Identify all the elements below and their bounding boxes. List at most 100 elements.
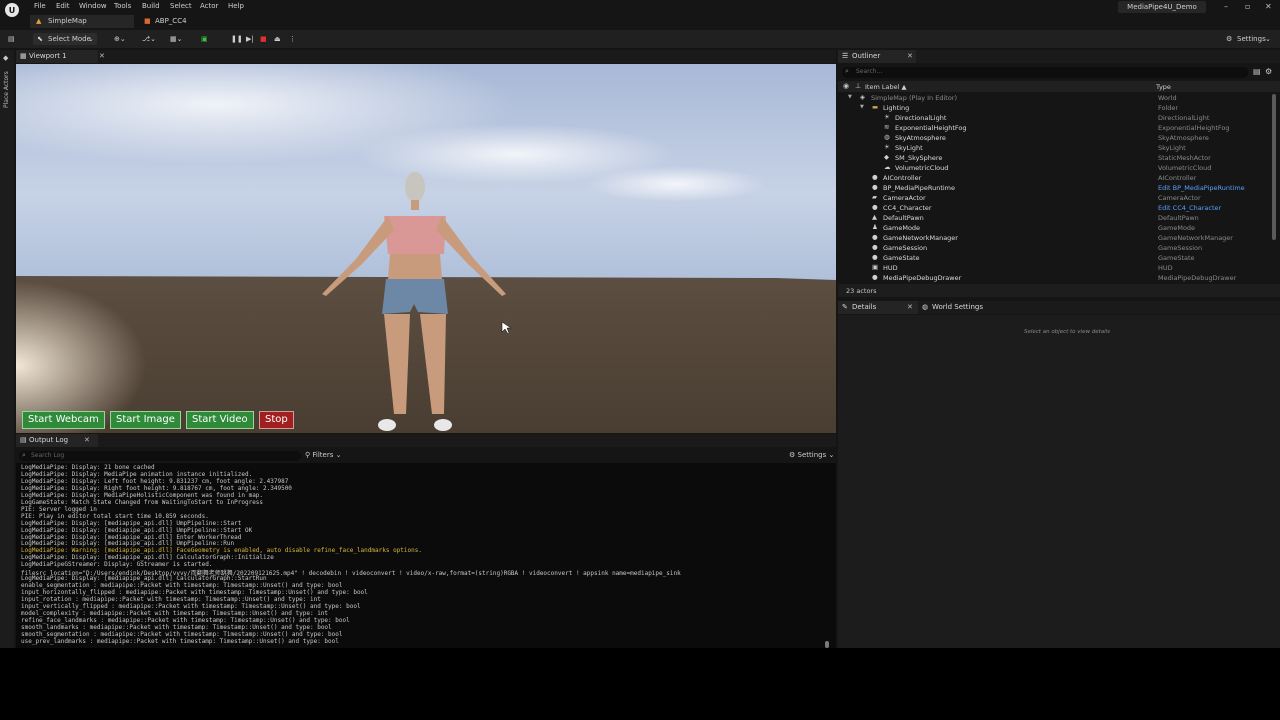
outliner-item-type: StaticMeshActor (1158, 154, 1211, 162)
start-video-button[interactable]: Start Video (186, 411, 254, 429)
menu-file[interactable]: File (34, 2, 46, 10)
edit-blueprint-link[interactable]: Edit BP_MediaPipeRuntime (1158, 184, 1245, 192)
start-image-button[interactable]: Start Image (110, 411, 181, 429)
add-folder-icon[interactable]: ▤ (1253, 67, 1261, 76)
log-search-input[interactable]: ⌕ Search Log (19, 451, 301, 461)
place-actors-icon[interactable]: ◆ (3, 54, 8, 62)
close-icon[interactable]: ✕ (99, 52, 105, 60)
outliner-item-label: MediaPipeDebugDrawer (883, 274, 962, 282)
menu-edit[interactable]: Edit (56, 2, 70, 10)
minimize-icon[interactable]: – (1224, 2, 1228, 11)
step-icon[interactable]: ▶| (246, 33, 254, 45)
outliner-row[interactable]: ☀ SkyLight SkyLight (838, 143, 1272, 153)
blueprint-icon[interactable]: ⎇⌄ (142, 33, 156, 45)
level-viewport[interactable] (16, 64, 836, 433)
outliner-search-input[interactable]: ⌕ Search... (842, 67, 1248, 78)
close-icon[interactable]: ✕ (907, 303, 913, 311)
visibility-icon[interactable]: ◉ (843, 82, 849, 90)
column-type[interactable]: Type (1156, 83, 1171, 91)
log-scrollbar-thumb[interactable] (825, 641, 829, 648)
outliner-row[interactable]: ▼ ▬ Lighting Folder (838, 103, 1272, 113)
expand-arrow-icon[interactable] (860, 204, 866, 210)
stop-button[interactable]: Stop (259, 411, 294, 429)
expand-arrow-icon[interactable] (860, 244, 866, 250)
outliner-row[interactable]: ▼ ◈ SimpleMap (Play In Editor) World (838, 93, 1272, 103)
chevron-down-icon: ⌄ (828, 451, 835, 459)
tab-world-settings[interactable]: ◍ World Settings (918, 301, 1000, 314)
cinematics-icon[interactable]: ▦⌄ (170, 33, 182, 45)
outliner-row[interactable]: ● AIController AIController (838, 173, 1272, 183)
expand-arrow-icon[interactable] (860, 264, 866, 270)
expand-arrow-icon[interactable]: ▼ (860, 104, 866, 110)
expand-arrow-icon[interactable] (860, 234, 866, 240)
log-line: LogMediaPipe: Display: MediaPipe animati… (21, 470, 253, 478)
menu-help[interactable]: Help (228, 2, 244, 10)
outliner-row[interactable]: ● MediaPipeDebugDrawer MediaPipeDebugDrawe… (838, 273, 1272, 283)
outliner-row[interactable]: ▲ DefaultPawn DefaultPawn (838, 213, 1272, 223)
outliner-header: ◉ ⊥ Item Label ▲ Type (838, 81, 1280, 92)
select-mode-dropdown[interactable]: ⬉ Select Mode ⌄ (33, 33, 97, 45)
outliner-scrollbar-thumb[interactable] (1272, 94, 1276, 240)
outliner-row[interactable]: ◆ SM_SkySphere StaticMeshActor (838, 153, 1272, 163)
outliner-row[interactable]: ● CC4_Character Edit CC4_Character (838, 203, 1272, 213)
stop-icon[interactable]: ■ (260, 33, 267, 45)
outliner-row[interactable]: ▰ CameraActor CameraActor (838, 193, 1272, 203)
outliner-row[interactable]: ☁ VolumetricCloud VolumetricCloud (838, 163, 1272, 173)
pin-icon[interactable]: ⊥ (855, 82, 861, 90)
expand-arrow-icon[interactable] (860, 174, 866, 180)
expand-arrow-icon[interactable]: ▼ (848, 94, 854, 100)
outliner-row[interactable]: ● GameSession GameSession (838, 243, 1272, 253)
platforms-icon[interactable]: ▣ (201, 33, 208, 45)
outliner-item-label: SkyAtmosphere (895, 134, 946, 142)
expand-arrow-icon[interactable] (860, 214, 866, 220)
more-options-icon[interactable]: ⋮ (289, 33, 296, 45)
menu-actor[interactable]: Actor (200, 2, 218, 10)
outliner-row[interactable]: ● GameState GameState (838, 253, 1272, 263)
add-actor-icon[interactable]: ⊕⌄ (114, 33, 126, 45)
pause-icon[interactable]: ❚❚ (231, 33, 243, 45)
maximize-icon[interactable]: ▫ (1245, 2, 1250, 11)
outliner-item-label: SimpleMap (Play In Editor) (871, 94, 958, 102)
outliner-row[interactable]: ≋ ExponentialHeightFog ExponentialHeightFo… (838, 123, 1272, 133)
column-item-label[interactable]: Item Label ▲ (865, 83, 906, 91)
log-line: LogMediaPipe: Display: Right foot height… (21, 484, 292, 492)
close-icon[interactable]: ✕ (84, 436, 90, 444)
unreal-logo-icon[interactable]: U (5, 3, 19, 17)
expand-arrow-icon[interactable] (860, 254, 866, 260)
settings-button[interactable]: ⚙ Settings ⌄ (1226, 33, 1272, 45)
save-icon[interactable]: ▤ (8, 33, 15, 45)
menu-build[interactable]: Build (142, 2, 160, 10)
search-icon: ⌕ (845, 67, 849, 75)
expand-arrow-icon[interactable] (860, 274, 866, 280)
outliner-row[interactable]: ☀ DirectionalLight DirectionalLight (838, 113, 1272, 123)
outliner-item-type: GameNetworkManager (1158, 234, 1233, 242)
expand-arrow-icon[interactable] (860, 224, 866, 230)
expand-arrow-icon[interactable] (860, 194, 866, 200)
close-icon[interactable]: ✕ (1265, 2, 1272, 11)
menu-window[interactable]: Window (79, 2, 107, 10)
filters-dropdown[interactable]: ⚲ Filters ⌄ (305, 451, 341, 461)
outliner-row[interactable]: ♟ GameMode GameMode (838, 223, 1272, 233)
outliner-row[interactable]: ▣ HUD HUD (838, 263, 1272, 273)
outliner-row[interactable]: ● BP_MediaPipeRuntime Edit BP_MediaPipeRun… (838, 183, 1272, 193)
gear-icon[interactable]: ⚙ (1265, 67, 1272, 76)
tab-simplemap[interactable]: ▲ SimpleMap (30, 15, 134, 28)
eject-icon[interactable]: ⏏ (274, 33, 281, 45)
log-settings-dropdown[interactable]: ⚙ Settings ⌄ (789, 451, 834, 461)
outliner-row[interactable]: ◍ SkyAtmosphere SkyAtmosphere (838, 133, 1272, 143)
expand-arrow-icon[interactable] (860, 184, 866, 190)
outliner-item-type: ExponentialHeightFog (1158, 124, 1230, 132)
chevron-down-icon: ⌄ (335, 451, 342, 459)
tab-viewport-1[interactable]: ▦ Viewport 1 (16, 50, 98, 63)
place-actors-label[interactable]: Place Actors (3, 71, 10, 108)
close-icon[interactable]: ✕ (907, 52, 913, 60)
outliner-row[interactable]: ● GameNetworkManager GameNetworkManager (838, 233, 1272, 243)
start-webcam-button[interactable]: Start Webcam (22, 411, 105, 429)
animation-blueprint-icon: ■ (144, 17, 151, 25)
edit-blueprint-link[interactable]: Edit CC4_Character (1158, 204, 1221, 212)
output-log-body[interactable]: LogMediaPipe: Display: 21 bone cached Log… (16, 463, 836, 648)
menu-tools[interactable]: Tools (114, 2, 131, 10)
tab-outliner[interactable]: ☰ Outliner (838, 50, 916, 63)
tab-abp-cc4[interactable]: ■ ABP_CC4 (140, 15, 210, 28)
menu-select[interactable]: Select (170, 2, 192, 10)
